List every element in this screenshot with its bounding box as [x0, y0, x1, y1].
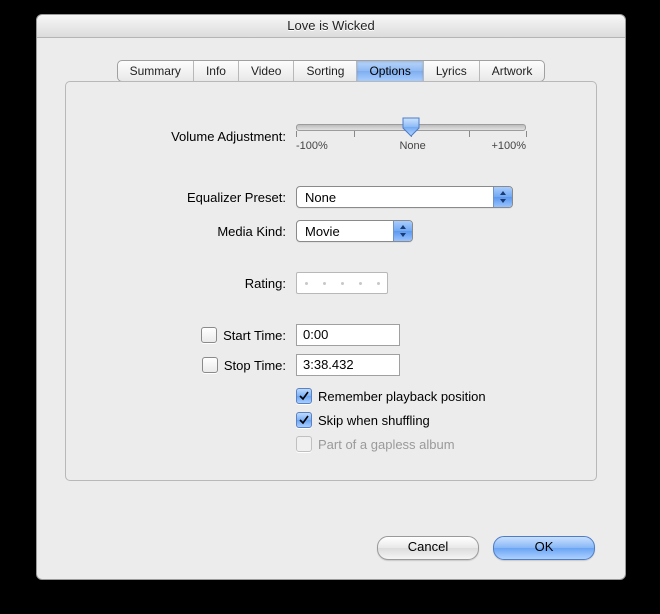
tab-video[interactable]: Video	[239, 61, 294, 81]
rating-dot	[377, 282, 380, 285]
volume-slider[interactable]: -100% None +100%	[296, 116, 526, 156]
ok-button[interactable]: OK	[493, 536, 595, 560]
media-label: Media Kind:	[106, 224, 296, 239]
slider-thumb[interactable]	[402, 117, 420, 137]
slider-min-label: -100%	[296, 140, 328, 152]
dialog-buttons: Cancel OK	[377, 536, 595, 560]
start-time-input[interactable]: 0:00	[296, 324, 400, 346]
media-select[interactable]: Movie	[296, 220, 413, 242]
select-arrows-icon	[493, 187, 512, 207]
dialog-window: Love is Wicked Summary Info Video Sortin…	[36, 14, 626, 580]
slider-mid-label: None	[399, 140, 425, 152]
tab-artwork[interactable]: Artwork	[480, 61, 545, 81]
eq-value: None	[297, 187, 493, 207]
window-content: Summary Info Video Sorting Options Lyric…	[37, 38, 625, 580]
volume-label: Volume Adjustment:	[106, 129, 296, 144]
window-title: Love is Wicked	[37, 15, 625, 38]
stop-time-checkbox[interactable]	[202, 357, 218, 373]
tab-summary[interactable]: Summary	[118, 61, 194, 81]
skip-label: Skip when shuffling	[318, 413, 430, 428]
remember-label: Remember playback position	[318, 389, 486, 404]
gapless-label: Part of a gapless album	[318, 437, 455, 452]
media-value: Movie	[297, 221, 393, 241]
stop-time-input[interactable]: 3:38.432	[296, 354, 400, 376]
options-panel: Volume Adjustment:	[65, 81, 597, 481]
tab-info[interactable]: Info	[194, 61, 239, 81]
tab-sorting[interactable]: Sorting	[294, 61, 357, 81]
tab-lyrics[interactable]: Lyrics	[424, 61, 480, 81]
rating-dot	[359, 282, 362, 285]
remember-checkbox[interactable]	[296, 388, 312, 404]
slider-max-label: +100%	[491, 140, 526, 152]
tab-options[interactable]: Options	[357, 61, 423, 81]
gapless-checkbox	[296, 436, 312, 452]
rating-label: Rating:	[106, 276, 296, 291]
cancel-button[interactable]: Cancel	[377, 536, 479, 560]
eq-label: Equalizer Preset:	[106, 190, 296, 205]
stop-time-label: Stop Time:	[224, 358, 286, 373]
start-time-checkbox[interactable]	[201, 327, 217, 343]
rating-dot	[341, 282, 344, 285]
start-time-label: Start Time:	[223, 328, 286, 343]
rating-dot	[323, 282, 326, 285]
eq-select[interactable]: None	[296, 186, 513, 208]
rating-input[interactable]	[296, 272, 388, 294]
rating-dot	[305, 282, 308, 285]
skip-checkbox[interactable]	[296, 412, 312, 428]
select-arrows-icon	[393, 221, 412, 241]
tab-bar: Summary Info Video Sorting Options Lyric…	[65, 60, 597, 82]
